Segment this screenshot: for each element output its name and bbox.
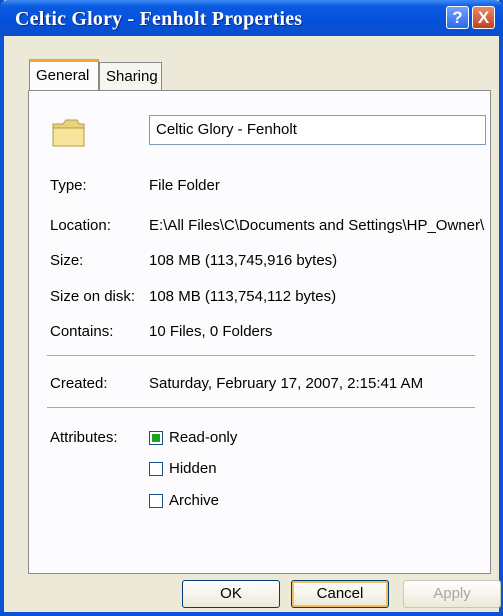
type-label: Type: [50,177,87,194]
cancel-button[interactable]: Cancel [291,580,389,608]
tab-sharing-label: Sharing [106,68,158,85]
ok-button[interactable]: OK [182,580,280,608]
folder-name-field[interactable]: Celtic Glory - Fenholt [149,115,486,145]
archive-checkbox[interactable]: Archive [149,492,219,509]
archive-label: Archive [169,492,220,509]
read-only-checkbox[interactable]: Read-only [149,429,237,446]
location-label: Location: [50,217,111,234]
close-button[interactable]: X [472,6,495,29]
hidden-label: Hidden [169,460,217,477]
read-only-label: Read-only [169,429,238,446]
tab-general[interactable]: General [29,59,99,90]
hidden-checkbox[interactable]: Hidden [149,460,217,477]
tab-general-label: General [36,67,90,84]
title-bar[interactable]: Celtic Glory - Fenholt Properties ? X [0,0,503,36]
window-title: Celtic Glory - Fenholt Properties [15,8,303,30]
checkbox-box[interactable] [149,493,163,508]
size-label: Size: [50,252,84,269]
separator [47,355,475,357]
created-label: Created: [50,375,108,392]
close-icon: X [477,8,490,27]
folder-icon [52,119,85,147]
size-on-disk-label: Size on disk: [50,288,136,305]
contains-label: Contains: [50,323,114,340]
help-icon: ? [452,8,463,27]
checkbox-box[interactable] [149,461,163,476]
created-value: Saturday, February 17, 2007, 2:15:41 AM [149,375,424,392]
attributes-label: Attributes: [50,429,118,446]
contains-value: 10 Files, 0 Folders [149,323,273,340]
general-panel: Celtic Glory - Fenholt Type: File Folder… [28,90,491,574]
properties-dialog: Celtic Glory - Fenholt Properties ? X Ge… [0,0,503,616]
size-value: 108 MB (113,745,916 bytes) [149,252,338,269]
checkbox-box[interactable] [149,430,163,445]
size-on-disk-value: 108 MB (113,754,112 bytes) [149,288,337,305]
separator [47,407,475,409]
help-button[interactable]: ? [446,6,469,29]
type-value: File Folder [149,177,220,194]
tab-sharing[interactable]: Sharing [99,62,162,90]
apply-button[interactable]: Apply [403,580,501,608]
location-value: E:\All Files\C\Documents and Settings\HP… [149,217,485,234]
